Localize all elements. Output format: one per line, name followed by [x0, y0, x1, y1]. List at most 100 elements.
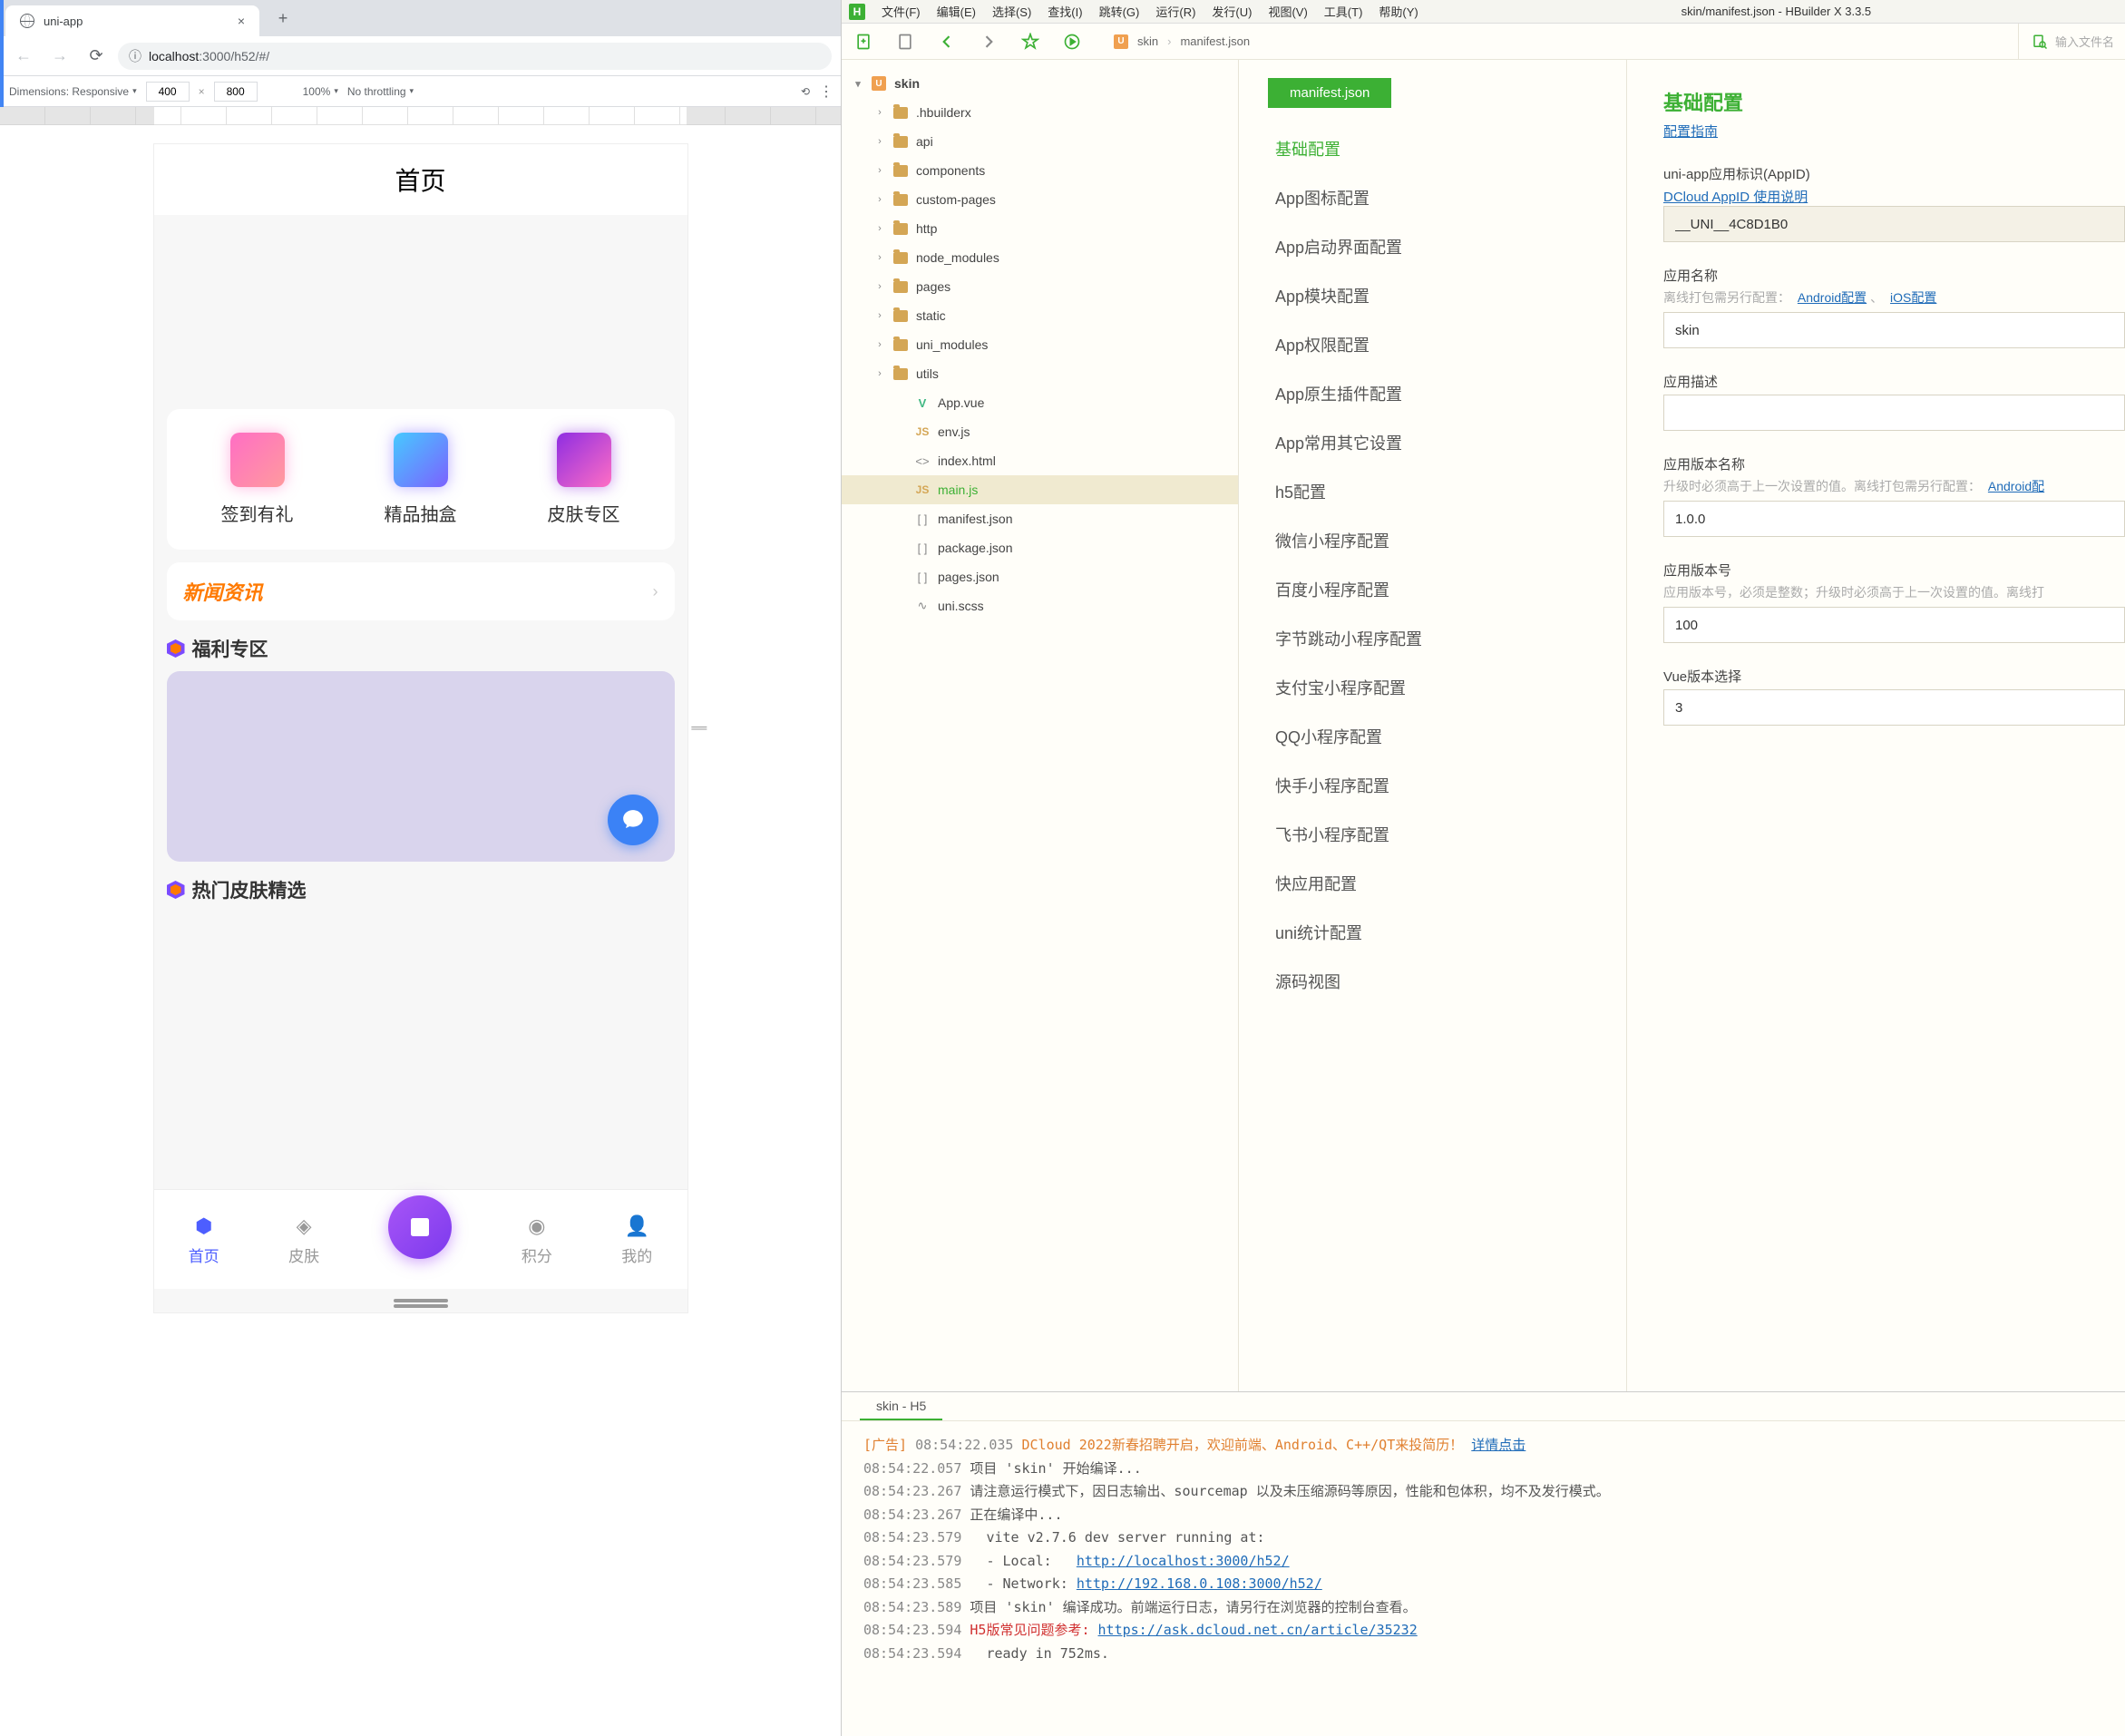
config-nav-item[interactable]: h5配置	[1239, 467, 1626, 516]
menu-edit[interactable]: 编辑(E)	[937, 3, 976, 20]
resize-handle[interactable]	[154, 1289, 687, 1312]
config-nav-item[interactable]: App模块配置	[1239, 271, 1626, 320]
forward-button[interactable]: →	[45, 42, 74, 71]
chevron-right-icon[interactable]: ›	[874, 136, 885, 147]
menu-file[interactable]: 文件(F)	[882, 3, 921, 20]
config-nav-item[interactable]: App常用其它设置	[1239, 418, 1626, 467]
new-file-icon[interactable]	[853, 31, 874, 53]
tab-mine[interactable]: 👤 我的	[621, 1213, 652, 1266]
tree-folder[interactable]: ›utils	[842, 359, 1238, 388]
menu-select[interactable]: 选择(S)	[992, 3, 1031, 20]
throttling-dropdown[interactable]: No throttling	[347, 85, 414, 98]
reload-button[interactable]: ⟳	[82, 42, 111, 71]
tree-file[interactable]: <>index.html	[842, 446, 1238, 475]
tree-file[interactable]: JSmain.js	[842, 475, 1238, 504]
config-nav-item[interactable]: 字节跳动小程序配置	[1239, 614, 1626, 663]
width-input[interactable]	[146, 82, 190, 102]
height-input[interactable]	[214, 82, 258, 102]
console-tab[interactable]: skin - H5	[860, 1393, 942, 1420]
menu-help[interactable]: 帮助(Y)	[1379, 3, 1418, 20]
chat-fab[interactable]	[608, 795, 658, 845]
news-bar[interactable]: 新闻资讯 ›	[167, 562, 675, 620]
chevron-down-icon[interactable]: ▾	[853, 78, 863, 90]
file-explorer[interactable]: ▾ U skin ›.hbuilderx›api›components›cust…	[842, 60, 1239, 1391]
tree-file[interactable]: ∿uni.scss	[842, 591, 1238, 620]
config-nav-item[interactable]: App启动界面配置	[1239, 222, 1626, 271]
more-icon[interactable]: ⋮	[819, 83, 832, 101]
ver-name-input[interactable]	[1663, 501, 2125, 537]
android-config-link[interactable]: Android配置	[1798, 290, 1867, 305]
tree-folder[interactable]: ›custom-pages	[842, 185, 1238, 214]
tree-folder[interactable]: ›pages	[842, 272, 1238, 301]
save-icon[interactable]	[894, 31, 916, 53]
tree-file[interactable]: VApp.vue	[842, 388, 1238, 417]
config-nav-item[interactable]: 百度小程序配置	[1239, 565, 1626, 614]
chevron-right-icon[interactable]: ›	[874, 223, 885, 234]
config-nav-item[interactable]: 微信小程序配置	[1239, 516, 1626, 565]
dimensions-dropdown[interactable]: Dimensions: Responsive	[9, 85, 137, 98]
run-icon[interactable]	[1061, 31, 1083, 53]
feature-signin[interactable]: 签到有礼	[221, 433, 294, 526]
chevron-right-icon[interactable]: ›	[874, 281, 885, 292]
zoom-dropdown[interactable]: 100%	[303, 85, 338, 98]
tree-file[interactable]: [ ]manifest.json	[842, 504, 1238, 533]
config-nav-item[interactable]: App原生插件配置	[1239, 369, 1626, 418]
chevron-right-icon[interactable]: ›	[874, 368, 885, 379]
config-form[interactable]: 基础配置 配置指南 uni-app应用标识(AppID) DCloud AppI…	[1627, 60, 2125, 1391]
close-tab-icon[interactable]: ×	[238, 14, 245, 28]
config-nav-item[interactable]: App权限配置	[1239, 320, 1626, 369]
bc-project[interactable]: skin	[1137, 34, 1158, 48]
bc-file[interactable]: manifest.json	[1180, 34, 1250, 48]
star-icon[interactable]	[1019, 31, 1041, 53]
editor-tab[interactable]: manifest.json	[1268, 78, 1391, 108]
browser-tab[interactable]: uni-app ×	[5, 5, 259, 36]
tree-folder[interactable]: ›http	[842, 214, 1238, 243]
menu-view[interactable]: 视图(V)	[1268, 3, 1307, 20]
tree-folder[interactable]: ›api	[842, 127, 1238, 156]
appid-input[interactable]	[1663, 206, 2125, 242]
tree-root[interactable]: ▾ U skin	[842, 69, 1239, 98]
feature-box[interactable]: 精品抽盒	[385, 433, 457, 526]
appid-help-link[interactable]: DCloud AppID 使用说明	[1663, 187, 2125, 206]
config-nav-item[interactable]: 基础配置	[1239, 124, 1626, 173]
config-nav-item[interactable]: 快应用配置	[1239, 859, 1626, 908]
chevron-right-icon[interactable]: ›	[874, 165, 885, 176]
tree-file[interactable]: [ ]pages.json	[842, 562, 1238, 591]
menu-find[interactable]: 查找(I)	[1048, 3, 1082, 20]
welfare-block[interactable]	[167, 671, 675, 862]
back-arrow-icon[interactable]	[936, 31, 958, 53]
tree-folder[interactable]: ›.hbuilderx	[842, 98, 1238, 127]
android-config-link-2[interactable]: Android配	[1988, 479, 2044, 493]
tree-file[interactable]: [ ]package.json	[842, 533, 1238, 562]
tree-file[interactable]: JSenv.js	[842, 417, 1238, 446]
name-input[interactable]	[1663, 312, 2125, 348]
tree-folder[interactable]: ›components	[842, 156, 1238, 185]
vue-version-select[interactable]	[1663, 689, 2125, 726]
menu-publish[interactable]: 发行(U)	[1212, 3, 1252, 20]
tree-folder[interactable]: ›static	[842, 301, 1238, 330]
ios-config-link[interactable]: iOS配置	[1890, 290, 1936, 305]
ver-code-input[interactable]	[1663, 607, 2125, 643]
desc-input[interactable]	[1663, 395, 2125, 431]
console-output[interactable]: [广告] 08:54:22.035 DCloud 2022新春招聘开启，欢迎前端…	[842, 1421, 2125, 1736]
tab-home[interactable]: ⬢ 首页	[189, 1213, 219, 1266]
config-nav-item[interactable]: 源码视图	[1239, 957, 1626, 1006]
file-search[interactable]: 输入文件名	[2018, 24, 2114, 59]
tree-folder[interactable]: ›uni_modules	[842, 330, 1238, 359]
config-nav-item[interactable]: uni统计配置	[1239, 908, 1626, 957]
back-button[interactable]: ←	[9, 42, 38, 71]
forward-arrow-icon[interactable]	[978, 31, 999, 53]
config-nav-item[interactable]: App图标配置	[1239, 173, 1626, 222]
side-resize-handle[interactable]: ║	[693, 724, 707, 733]
tree-folder[interactable]: ›node_modules	[842, 243, 1238, 272]
tab-points[interactable]: ◉ 积分	[522, 1213, 552, 1266]
chevron-right-icon[interactable]: ›	[874, 107, 885, 118]
new-tab-button[interactable]: +	[270, 5, 296, 31]
tab-center[interactable]	[388, 1195, 452, 1259]
menu-run[interactable]: 运行(R)	[1155, 3, 1195, 20]
chevron-right-icon[interactable]: ›	[874, 310, 885, 321]
chevron-right-icon[interactable]: ›	[874, 252, 885, 263]
rotate-icon[interactable]: ⟲	[801, 85, 810, 98]
tab-skin[interactable]: ◈ 皮肤	[288, 1213, 319, 1266]
feature-skin[interactable]: 皮肤专区	[548, 433, 620, 526]
